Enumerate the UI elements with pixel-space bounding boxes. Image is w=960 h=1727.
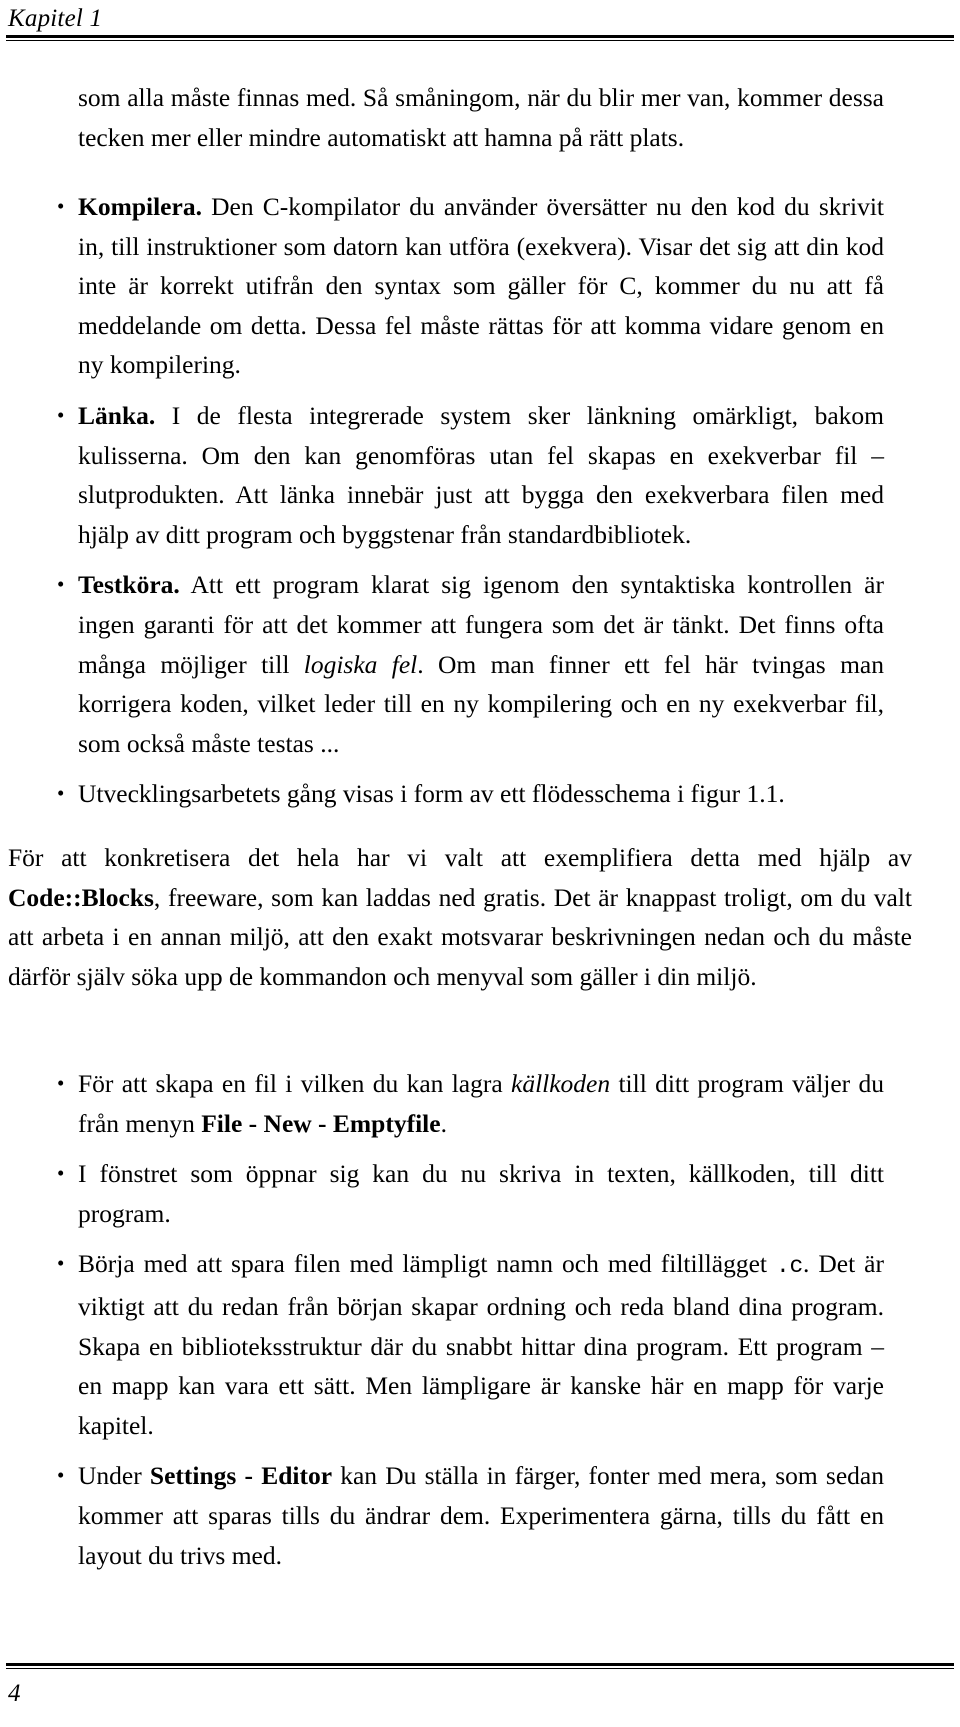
bullet-icon: •	[57, 1071, 65, 1095]
list-item-part-c: .	[440, 1108, 447, 1138]
list-item-lead: Kompilera.	[78, 192, 202, 221]
list-item: • Utvecklingsarbetets gång visas i form …	[57, 774, 884, 814]
list-item: • Testköra. Att ett program klarat sig i…	[57, 565, 884, 763]
footer-rule-thin	[6, 1668, 954, 1669]
list-item-part-a: För att skapa en fil i vilken du kan lag…	[78, 1069, 511, 1098]
list-item: • Börja med att spara filen med lämpligt…	[57, 1244, 884, 1445]
continued-paragraph-block: som alla måste finnas med. Så småningom,…	[57, 78, 884, 157]
list-item-text: För att skapa en fil i vilken du kan lag…	[78, 1064, 884, 1143]
editor-instructions-list: • För att skapa en fil i vilken du kan l…	[57, 1064, 884, 1575]
codeblocks-product-name: Code::Blocks	[8, 882, 154, 912]
bullet-icon: •	[57, 1161, 65, 1186]
header-rule-thin	[6, 40, 954, 41]
list-item: • Under Settings - Editor kan Du ställa …	[57, 1456, 884, 1575]
list-item: • Länka. I de flesta integrerade system …	[57, 396, 884, 554]
bullet-icon: •	[57, 572, 65, 597]
bullet-icon: •	[57, 402, 65, 427]
list-item-text: Länka. I de flesta integrerade system sk…	[78, 396, 884, 554]
list-item-part-a: Under	[78, 1461, 150, 1491]
bullet-icon: •	[57, 194, 65, 218]
list-item-emphasis: logiska fel	[303, 649, 418, 679]
header-rule	[6, 35, 954, 41]
menu-path-settings-editor: Settings - Editor	[149, 1461, 333, 1491]
list-item-part-a: Börja med att spara filen med lämpligt n…	[78, 1249, 776, 1279]
continued-paragraph-text: som alla måste finnas med. Så småningom,…	[78, 83, 884, 152]
list-item: • I fönstret som öppnar sig kan du nu sk…	[57, 1154, 884, 1233]
codeblocks-paragraph-part-a: För att konkretisera det hela har vi val…	[8, 843, 912, 872]
list-item-text: Kompilera. Den C-kompilator du använder …	[78, 187, 884, 385]
continued-paragraph: som alla måste finnas med. Så småningom,…	[57, 78, 884, 157]
file-extension-code: .c	[775, 1253, 803, 1280]
list-item-text: Testköra. Att ett program klarat sig ige…	[78, 565, 884, 763]
page-header: Kapitel 1	[0, 0, 960, 46]
document-page: Kapitel 1 som alla måste finnas med. Så …	[0, 0, 960, 1727]
process-steps-list: • Kompilera. Den C-kompilator du använde…	[57, 187, 884, 814]
list-item-text: Under Settings - Editor kan Du ställa in…	[78, 1456, 884, 1575]
bullet-icon: •	[57, 1463, 65, 1488]
codeblocks-paragraph: För att konkretisera det hela har vi val…	[8, 838, 912, 996]
page-footer: 4	[0, 1657, 960, 1727]
list-item-text: Utvecklingsarbetets gång visas i form av…	[78, 779, 785, 809]
page-number: 4	[8, 1680, 21, 1707]
list-item-lead: Länka.	[78, 400, 156, 430]
menu-path-file-new-emptyfile: File - New - Emptyfile	[201, 1108, 441, 1138]
list-item-text: I fönstret som öppnar sig kan du nu skri…	[78, 1159, 884, 1228]
footer-rule	[6, 1663, 954, 1669]
list-item-text: Börja med att spara filen med lämpligt n…	[78, 1244, 884, 1445]
list-item-body: I de flesta integrerade system sker länk…	[78, 400, 884, 549]
list-item: • För att skapa en fil i vilken du kan l…	[57, 1064, 884, 1143]
bullet-icon: •	[57, 1251, 65, 1276]
bullet-icon: •	[57, 781, 65, 806]
list-item-lead: Testköra.	[78, 570, 180, 600]
chapter-label: Kapitel 1	[8, 5, 103, 32]
list-item: • Kompilera. Den C-kompilator du använde…	[57, 187, 884, 385]
list-item-emphasis: källkoden	[511, 1069, 611, 1098]
